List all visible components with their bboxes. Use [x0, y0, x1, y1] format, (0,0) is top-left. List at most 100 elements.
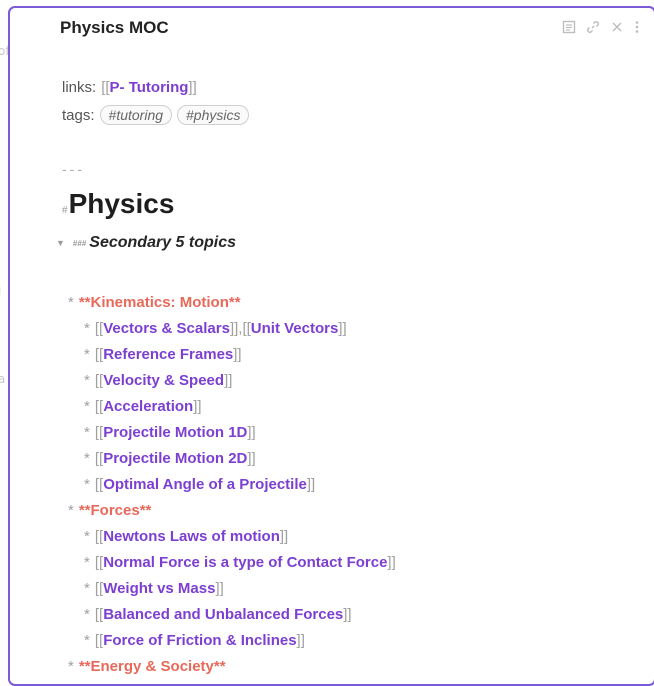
link-bracket-close: ]]	[193, 397, 202, 415]
links-label: links:	[62, 78, 97, 96]
internal-link[interactable]: Balanced and Unbalanced Forces	[103, 606, 343, 623]
bullet-marker: *	[84, 605, 90, 623]
link-bracket-close: ]]	[279, 527, 289, 545]
link-bracket-open: [[	[94, 345, 104, 363]
internal-link[interactable]: Projectile Motion 1D	[103, 424, 247, 441]
topic-outline: * **Kinematics: Motion** *[[Vectors & Scal…	[68, 289, 396, 679]
link-bracket-open: [[	[101, 78, 110, 96]
outline-item: *[[Normal Force is a type of Contact For…	[68, 549, 396, 575]
more-options-icon[interactable]	[634, 20, 640, 34]
reading-view-icon[interactable]	[562, 20, 576, 34]
fold-chevron-icon[interactable]: ▼	[56, 238, 65, 248]
link-icon[interactable]	[586, 20, 600, 34]
outline-item: *[[Balanced and Unbalanced Forces]]	[68, 601, 396, 627]
link-bracket-open: [[	[94, 475, 104, 493]
link-bracket-close: ]]	[387, 553, 396, 571]
outline-item: *[[Projectile Motion 2D]]	[68, 445, 396, 471]
heading-3: ▼ ### Secondary 5 topics	[56, 234, 236, 252]
link-bracket-close: ]]	[233, 345, 242, 363]
link-bracket-open: [[	[94, 631, 104, 649]
pane-title: Physics MOC	[60, 18, 169, 37]
bullet-marker: *	[84, 475, 90, 493]
bullet-marker: *	[84, 319, 90, 337]
internal-link[interactable]: Optimal Angle of a Projectile	[103, 476, 307, 493]
bullet-marker: *	[84, 345, 90, 363]
heading-3-text: Secondary 5 topics	[89, 234, 236, 251]
link-bracket-close: ]]	[343, 605, 352, 623]
gutter-glyph: a	[0, 372, 6, 386]
section-label: **Energy & Society**	[78, 657, 226, 675]
link-bracket-close: ]]	[247, 449, 256, 467]
internal-link[interactable]: Newtons Laws of motion	[103, 528, 280, 545]
link-bracket-close: ]]	[229, 319, 239, 337]
internal-link[interactable]: Reference Frames	[103, 346, 233, 363]
bullet-marker: *	[68, 657, 74, 675]
link-bracket-close: ]]	[296, 631, 305, 649]
section-label: **Kinematics: Motion**	[78, 293, 241, 311]
internal-link[interactable]: Vectors & Scalars	[103, 320, 230, 337]
heading-marker: ###	[72, 238, 87, 248]
pane-actions	[562, 20, 640, 34]
link-bracket-open: [[	[94, 397, 104, 415]
internal-link[interactable]: Weight vs Mass	[103, 580, 215, 597]
link-bracket-close: ]]	[188, 78, 197, 96]
link-bracket-open: [[	[94, 527, 104, 545]
internal-link[interactable]: P- Tutoring	[110, 79, 189, 96]
outline-item: *[[Reference Frames]]	[68, 341, 396, 367]
internal-link[interactable]: Projectile Motion 2D	[103, 450, 247, 467]
tag-pill[interactable]: #physics	[177, 105, 250, 125]
frontmatter-tags-row: tags: #tutoring #physics	[62, 101, 250, 129]
gutter-glyph: i	[0, 284, 1, 298]
left-gutter: of i a	[0, 0, 10, 673]
link-bracket-open: [[	[94, 579, 104, 597]
frontmatter: links: [[P- Tutoring]] tags: #tutoring #…	[62, 73, 250, 129]
outline-item: *[[Vectors & Scalars]], [[Unit Vectors]]	[68, 315, 396, 341]
outline-item: *[[Projectile Motion 1D]]	[68, 419, 396, 445]
link-bracket-close: ]]	[247, 423, 256, 441]
outline-item: *[[Weight vs Mass]]	[68, 575, 396, 601]
internal-link[interactable]: Unit Vectors	[251, 320, 339, 337]
link-bracket-close: ]]	[306, 475, 316, 493]
outline-item: *[[Newtons Laws of motion]]	[68, 523, 396, 549]
outline-item: *[[Force of Friction & Inclines]]	[68, 627, 396, 653]
internal-link[interactable]: Normal Force is a type of Contact Force	[103, 554, 387, 571]
close-icon[interactable]	[610, 20, 624, 34]
bullet-marker: *	[84, 449, 90, 467]
bullet-marker: *	[84, 631, 90, 649]
bullet-marker: *	[84, 371, 90, 389]
outline-section: * **Energy & Society**	[68, 653, 396, 679]
note-pane: Physics MOC links: [[P- Tutoring]] tags:…	[8, 6, 654, 686]
link-bracket-close: ]]	[338, 319, 347, 337]
section-label: **Forces**	[78, 501, 152, 519]
link-bracket-open: [[	[94, 449, 104, 467]
link-bracket-open: [[	[94, 371, 104, 389]
internal-link[interactable]: Acceleration	[103, 398, 193, 415]
bullet-marker: *	[84, 527, 90, 545]
heading-1: #Physics	[62, 188, 174, 220]
bullet-marker: *	[84, 423, 90, 441]
bullet-marker: *	[84, 579, 90, 597]
bullet-marker: *	[84, 397, 90, 415]
link-bracket-open: [[	[242, 319, 251, 337]
tags-label: tags:	[62, 106, 95, 124]
frontmatter-links-row: links: [[P- Tutoring]]	[62, 73, 249, 101]
bullet-marker: *	[68, 293, 74, 311]
link-bracket-open: [[	[94, 553, 104, 571]
bullet-marker: *	[68, 501, 74, 519]
link-bracket-close: ]]	[224, 371, 233, 389]
outline-item: *[[Velocity & Speed]]	[68, 367, 396, 393]
internal-link[interactable]: Velocity & Speed	[103, 372, 224, 389]
horizontal-rule: ---	[62, 161, 85, 177]
internal-link[interactable]: Force of Friction & Inclines	[103, 632, 296, 649]
link-bracket-close: ]]	[215, 579, 224, 597]
outline-item: *[[Optimal Angle of a Projectile]]	[68, 471, 396, 497]
bullet-marker: *	[84, 553, 90, 571]
outline-section: * **Kinematics: Motion**	[68, 289, 396, 315]
link-bracket-open: [[	[94, 319, 104, 337]
tag-pill[interactable]: #tutoring	[99, 105, 173, 125]
outline-item: *[[Acceleration]]	[68, 393, 396, 419]
link-bracket-open: [[	[94, 423, 104, 441]
heading-1-text: Physics	[68, 188, 175, 219]
outline-section: * **Forces**	[68, 497, 396, 523]
link-bracket-open: [[	[94, 605, 104, 623]
